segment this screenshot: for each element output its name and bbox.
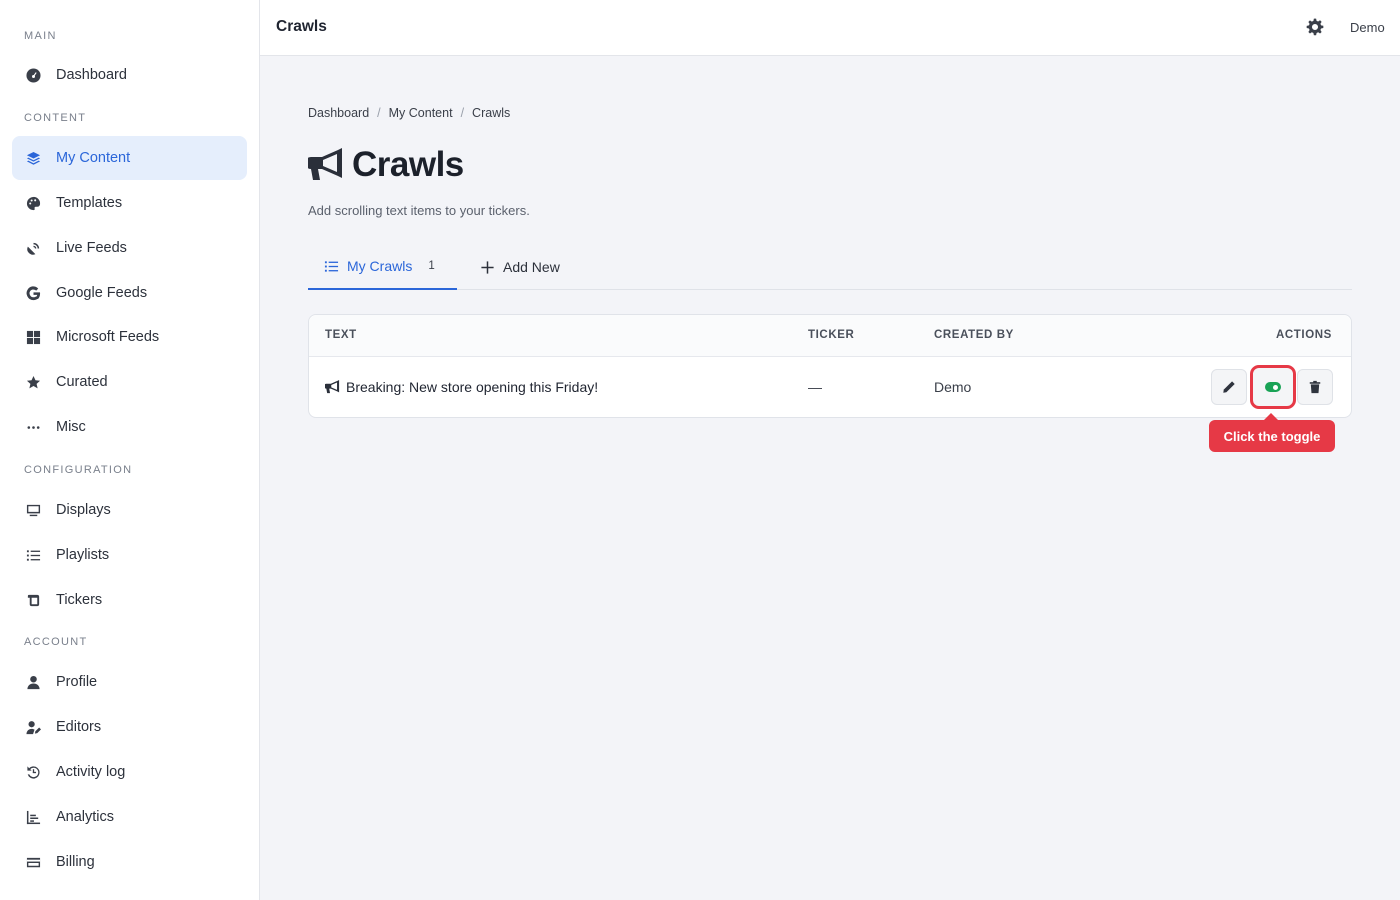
windows-icon [25,329,41,345]
tab-my-crawls[interactable]: My Crawls 1 [308,244,457,290]
list-icon [324,260,339,272]
section-label-main: MAIN [24,30,57,42]
dashboard-gauge-icon [25,67,41,83]
sidebar-item-microsoft-feeds[interactable]: Microsoft Feeds [12,315,247,359]
star-icon [25,374,41,390]
google-icon [25,285,41,301]
sidebar-item-label: Tickers [56,592,103,608]
sidebar-item-label: Displays [56,502,111,518]
page-title: Crawls [352,145,464,184]
sidebar-item-label: My Content [56,150,131,166]
sidebar-item-templates[interactable]: Templates [12,181,247,225]
sidebar-item-billing[interactable]: Billing [12,840,247,884]
column-header-text: TEXT [325,329,357,341]
tab-add-new[interactable]: Add New [480,244,560,290]
column-header-created-by: CREATED BY [934,329,1014,341]
sidebar-item-activity-log[interactable]: Activity log [12,750,247,794]
sidebar-item-tickers[interactable]: Tickers [12,578,247,622]
bullhorn-icon [308,148,342,180]
sidebar-item-label: Analytics [56,809,115,825]
cell-text: Breaking: New store opening this Friday! [325,379,598,395]
sidebar-item-curated[interactable]: Curated [12,360,247,404]
breadcrumb-separator: / [377,106,381,120]
settings-gear-icon[interactable] [1306,18,1326,38]
top-bar: Crawls Demo [260,0,1400,56]
sidebar: MAIN Dashboard CONTENT My Content Templa… [0,0,260,900]
plus-icon [481,260,494,274]
breadcrumb: Dashboard / My Content / Crawls [308,106,510,120]
sidebar-item-label: Editors [56,719,102,735]
breadcrumb-item-dashboard[interactable]: Dashboard [308,106,369,120]
sidebar-item-label: Misc [56,419,86,435]
breadcrumb-separator: / [460,106,465,120]
sidebar-item-editors[interactable]: Editors [12,705,247,749]
page-subtitle: Add scrolling text items to your tickers… [308,203,530,218]
user-icon [25,674,41,690]
sidebar-item-label: Playlists [56,547,110,563]
column-header-ticker: TICKER [808,329,855,341]
sidebar-item-label: Billing [56,854,95,870]
tab-label: Add New [503,259,560,275]
credit-card-icon [25,854,41,870]
topbar-title: Crawls [276,18,327,35]
breadcrumb-item-crawls: Crawls [472,106,511,120]
sidebar-item-google-feeds[interactable]: Google Feeds [12,271,247,315]
breadcrumb-item-my-content[interactable]: My Content [389,106,453,120]
bullhorn-icon [325,380,340,394]
sidebar-item-label: Dashboard [56,67,127,83]
enable-toggle-button[interactable] [1250,365,1296,409]
sidebar-item-label: Google Feeds [56,285,148,301]
layers-icon [25,150,41,166]
sidebar-item-label: Curated [56,374,108,390]
cell-created-by: Demo [934,379,972,395]
sidebar-item-label: Microsoft Feeds [56,329,160,345]
trash-icon [1309,380,1321,394]
sidebar-item-analytics[interactable]: Analytics [12,795,247,839]
history-icon [25,764,41,780]
sidebar-item-label: Live Feeds [56,240,127,256]
monitor-icon [25,502,41,518]
sidebar-item-label: Templates [56,195,123,211]
satellite-dish-icon [25,240,41,256]
user-pen-icon [25,719,41,735]
chart-icon [25,809,41,825]
page-header: Crawls [308,143,464,187]
user-menu[interactable]: Demo [1350,20,1385,35]
sidebar-item-profile[interactable]: Profile [12,660,247,704]
sidebar-item-misc[interactable]: Misc [12,405,247,449]
crawls-table: TEXT TICKER CREATED BY ACTIONS Breaking:… [308,314,1352,418]
section-label-configuration: CONFIGURATION [24,464,133,476]
sidebar-item-displays[interactable]: Displays [12,488,247,532]
hint-tooltip: Click the toggle [1209,413,1335,452]
cell-ticker: — [808,379,822,395]
sidebar-item-live-feeds[interactable]: Live Feeds [12,226,247,270]
sidebar-item-my-content[interactable]: My Content [12,136,247,180]
table-header: TEXT TICKER CREATED BY ACTIONS [309,315,1351,357]
table-row: Breaking: New store opening this Friday!… [309,357,1351,418]
sidebar-item-label: Activity log [56,764,126,780]
tab-bar: My Crawls 1 Add New [308,244,1352,290]
crawl-text: Breaking: New store opening this Friday! [346,379,599,395]
column-header-actions: ACTIONS [1276,329,1332,341]
delete-button[interactable] [1297,369,1333,405]
sidebar-item-label: Profile [56,674,98,690]
section-label-content: CONTENT [24,112,87,124]
sidebar-item-playlists[interactable]: Playlists [12,533,247,577]
ellipsis-icon [25,419,41,435]
tab-count-badge: 1 [428,260,435,272]
sidebar-item-dashboard[interactable]: Dashboard [12,53,247,97]
tab-label: My Crawls [347,258,413,274]
scroll-icon [25,592,41,608]
section-label-account: ACCOUNT [24,636,88,648]
edit-button[interactable] [1211,369,1247,405]
list-icon [25,547,41,563]
palette-icon [25,195,41,211]
toggle-on-icon [1265,382,1281,392]
pencil-icon [1223,381,1235,393]
